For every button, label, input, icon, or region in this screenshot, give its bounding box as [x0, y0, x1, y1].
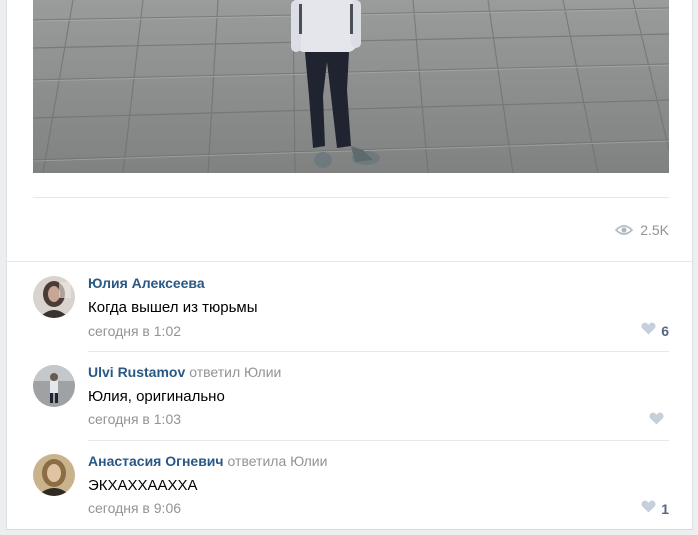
comment-time[interactable]: сегодня в 1:02	[88, 323, 181, 339]
comment-header: Анастасия Огневич ответила Юлии	[88, 453, 327, 469]
comment: Юлия Алексеева Когда вышел из тюрьмы сег…	[7, 262, 692, 352]
like-button[interactable]: 1	[641, 500, 669, 518]
post-card: 2.5K Юлия Алексеева Когда вышел из тюрьм…	[6, 0, 693, 530]
avatar[interactable]	[33, 454, 75, 496]
comment: Анастасия Огневич ответила Юлии ЭКХАХХААХ…	[7, 440, 692, 529]
comment-header: Юлия Алексеева	[88, 275, 205, 291]
comment-header: Ulvi Rustamov ответил Юлии	[88, 364, 281, 380]
post-photo[interactable]	[33, 0, 669, 173]
comment-text: ЭКХАХХААХХА	[88, 477, 198, 494]
comment-author[interactable]: Анастасия Огневич	[88, 453, 224, 469]
eye-icon	[615, 224, 634, 236]
like-count: 1	[661, 501, 669, 517]
heart-icon	[641, 500, 656, 518]
heart-icon	[641, 322, 656, 340]
comment: Ulvi Rustamov ответил Юлии Юлия, оригинал…	[7, 351, 692, 441]
divider	[33, 197, 669, 198]
reply-to-label[interactable]: ответила Юлии	[228, 453, 328, 469]
like-count: 6	[661, 323, 669, 339]
comment-text: Юлия, оригинально	[88, 388, 225, 405]
comment-time[interactable]: сегодня в 9:06	[88, 500, 181, 516]
views-count: 2.5K	[640, 222, 669, 238]
comment-time[interactable]: сегодня в 1:03	[88, 411, 181, 427]
comment-author[interactable]: Ulvi Rustamov	[88, 364, 185, 380]
like-button[interactable]	[649, 412, 669, 430]
avatar[interactable]	[33, 365, 75, 407]
comment-author[interactable]: Юлия Алексеева	[88, 275, 205, 291]
like-button[interactable]: 6	[641, 322, 669, 340]
avatar[interactable]	[33, 276, 75, 318]
reply-to-label[interactable]: ответил Юлии	[189, 364, 281, 380]
comment-text: Когда вышел из тюрьмы	[88, 299, 258, 316]
heart-icon	[649, 412, 664, 430]
views-counter: 2.5K	[615, 221, 669, 239]
